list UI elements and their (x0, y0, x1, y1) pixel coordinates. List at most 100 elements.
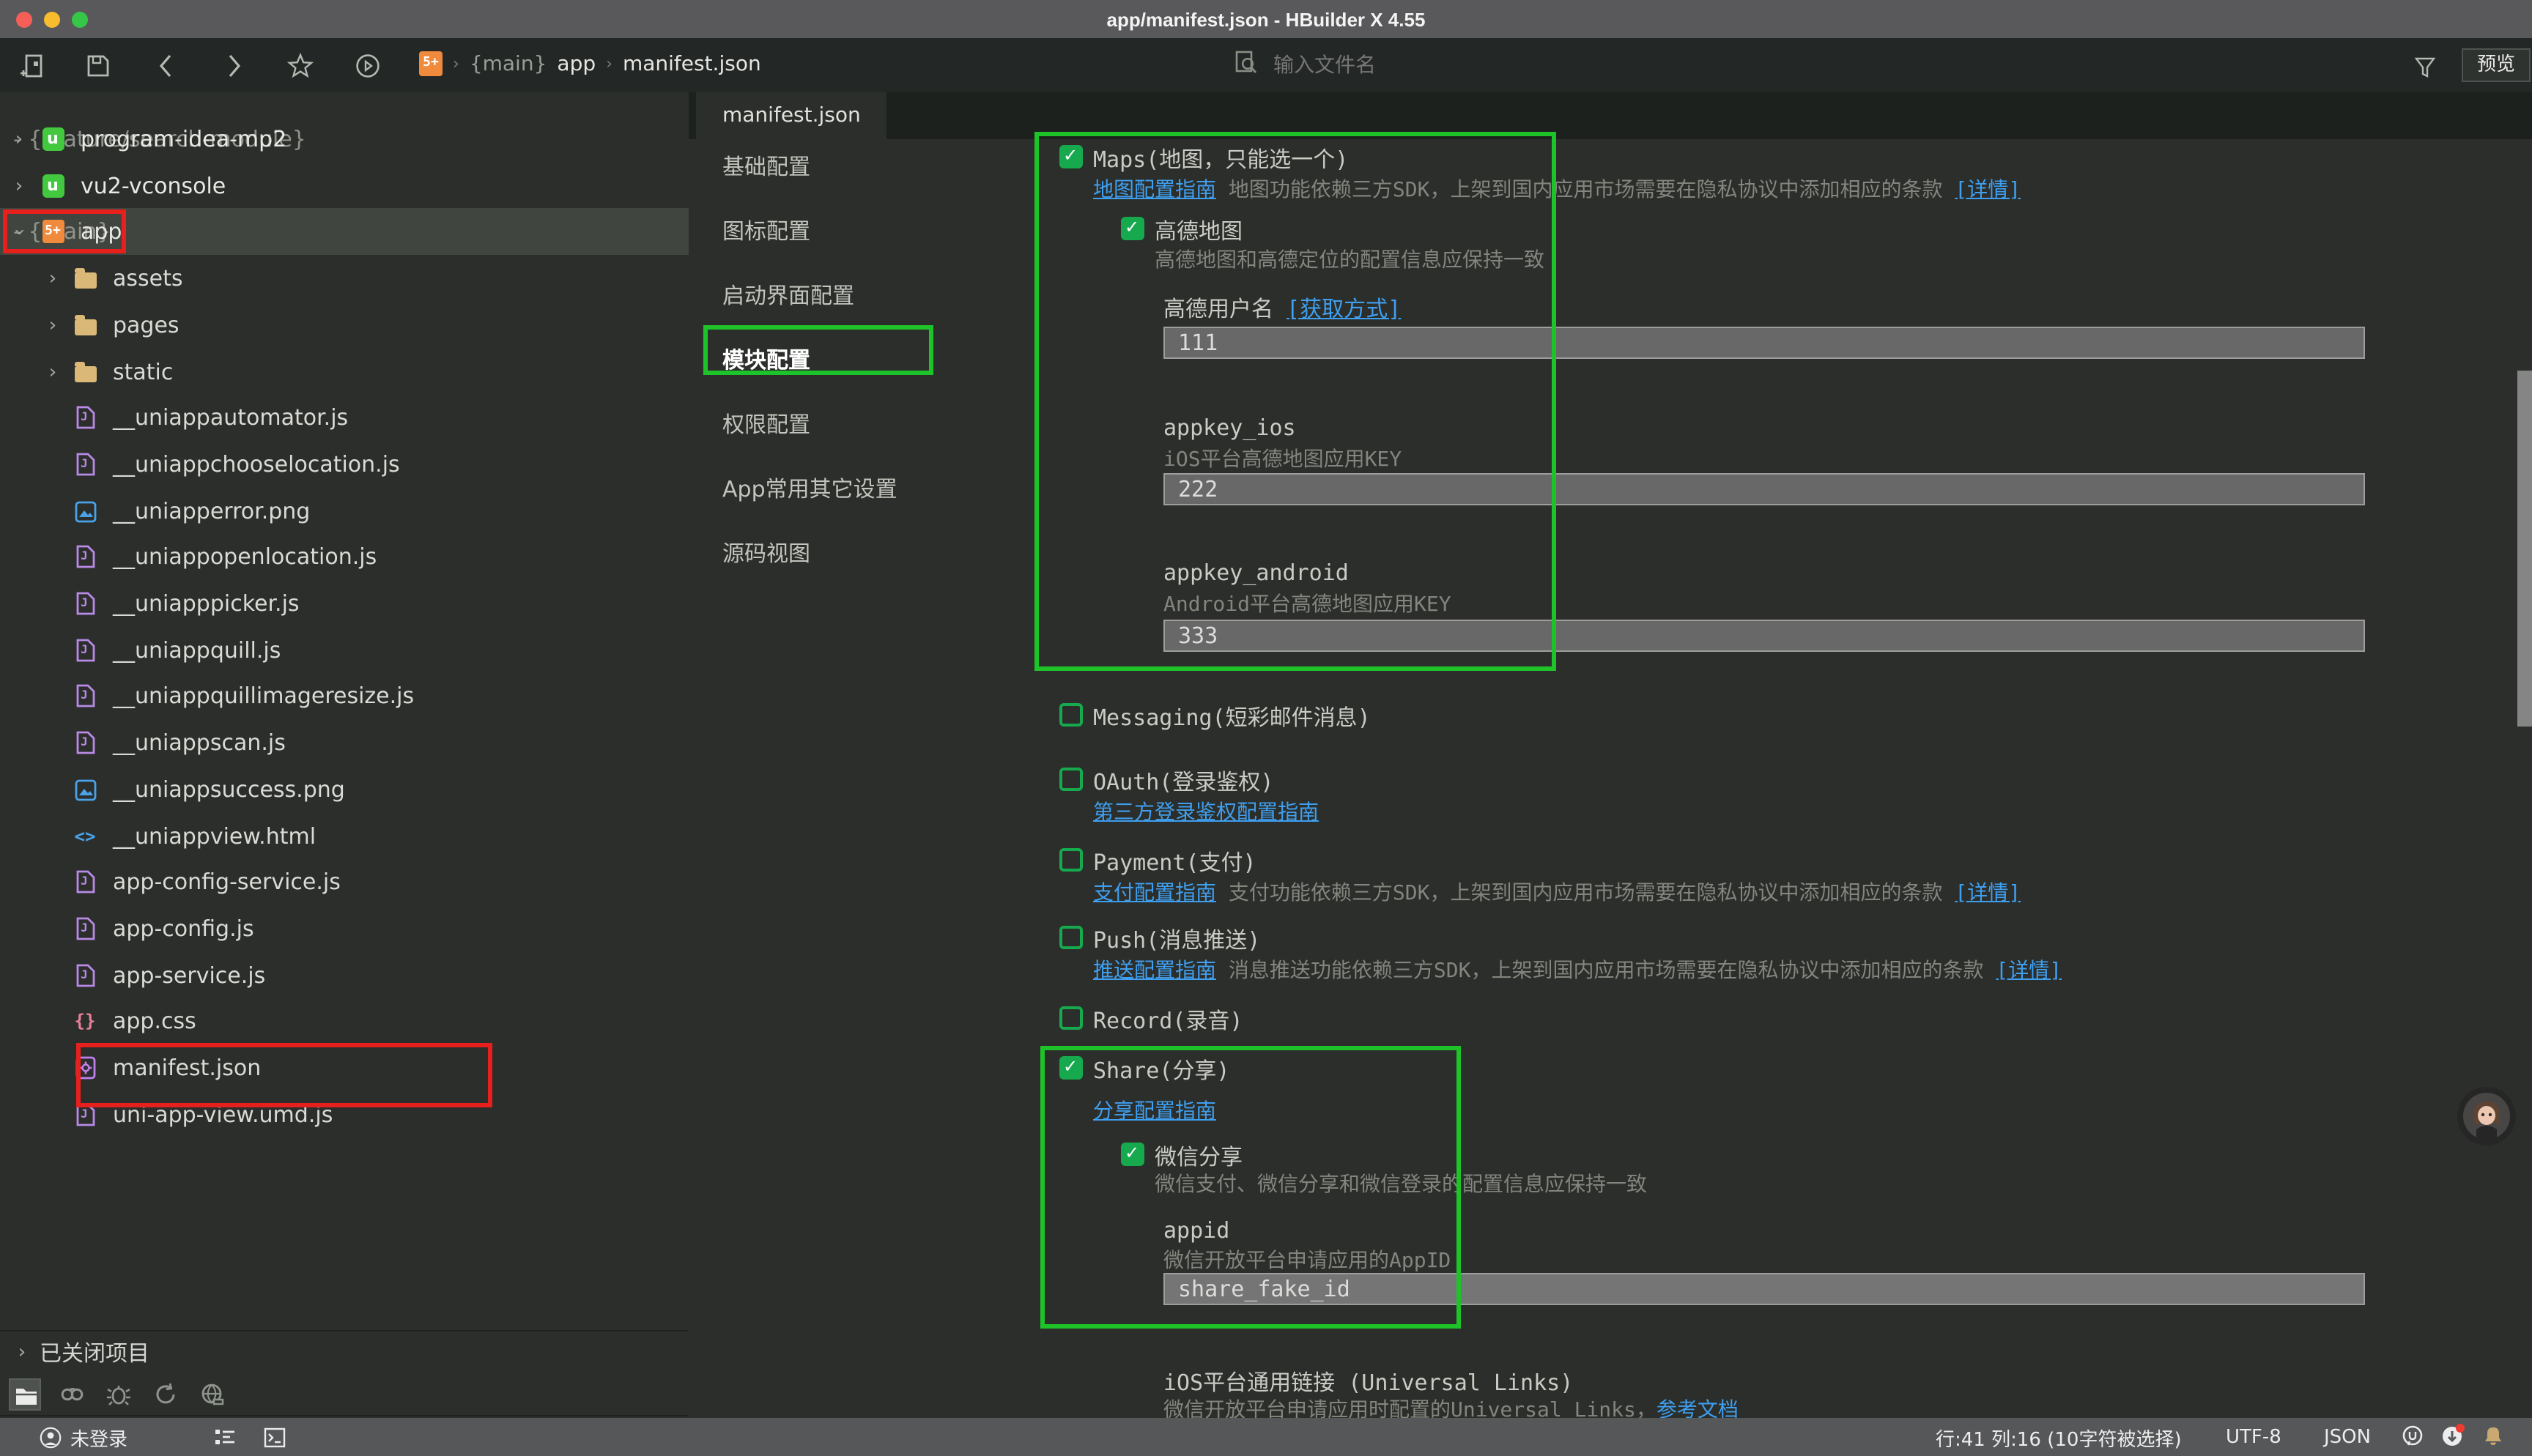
debug-panel-icon[interactable] (103, 1378, 135, 1411)
oauth-label: OAuth(登录鉴权) (1093, 766, 1273, 797)
chevron-collapsed-icon[interactable]: › (12, 175, 26, 197)
chevron-collapsed-icon[interactable]: › (45, 314, 60, 336)
notification-bell-icon[interactable] (2482, 1425, 2504, 1447)
navigate-back-icon[interactable] (154, 53, 180, 79)
sync-panel-icon[interactable] (149, 1378, 182, 1411)
appkey-ios-input[interactable] (1163, 473, 2365, 505)
outline-list-icon[interactable] (214, 1427, 236, 1449)
tree-item-__uniappquillimageresize.js[interactable]: J __uniappquillimageresize.js (0, 672, 689, 719)
payment-guide-link[interactable]: 支付配置指南 (1093, 882, 1216, 905)
preview-button[interactable]: 预览 (2462, 48, 2531, 82)
tree-item-__uniappsuccess.png[interactable]: __uniappsuccess.png (0, 766, 689, 813)
payment-checkbox[interactable] (1059, 848, 1083, 872)
cursor-position[interactable]: 行:41 列:16 (10字符被选择) (1936, 1418, 2182, 1456)
tab-manifest-json[interactable]: manifest.json (696, 92, 887, 139)
filter-funnel-icon[interactable] (2412, 54, 2438, 81)
record-checkbox[interactable] (1059, 1006, 1083, 1030)
config-nav-6[interactable]: 源码视图 (722, 538, 810, 568)
chevron-right-icon: › (12, 1342, 32, 1364)
manifest-json-file-icon (73, 1056, 97, 1080)
file-search-icon (1234, 50, 1259, 81)
save-icon[interactable] (85, 53, 111, 79)
maps-detail-link[interactable]: [详情] (1955, 179, 2021, 202)
breadcrumb-folder[interactable]: app (557, 52, 596, 75)
chevron-collapsed-icon[interactable]: › (45, 267, 60, 289)
tree-item-app-config-service.js[interactable]: J app-config-service.js (0, 858, 689, 905)
push-checkbox[interactable] (1059, 926, 1083, 949)
config-nav-5[interactable]: App常用其它设置 (722, 473, 897, 504)
push-detail-link[interactable]: [详情] (1996, 959, 2062, 983)
share-checkbox[interactable] (1059, 1056, 1083, 1080)
new-file-icon[interactable] (21, 53, 47, 79)
tree-item-app-service.js[interactable]: J app-service.js (0, 952, 689, 999)
chevron-expanded-icon[interactable]: › (8, 224, 30, 239)
chevron-collapsed-icon[interactable]: › (12, 128, 26, 150)
messaging-checkbox[interactable] (1059, 703, 1083, 727)
config-nav-4[interactable]: 权限配置 (722, 409, 810, 439)
config-nav-3[interactable]: 模块配置 (722, 344, 810, 375)
config-nav-0[interactable]: 基础配置 (722, 151, 810, 182)
closed-projects-row[interactable]: › 已关闭项目 (0, 1334, 689, 1371)
file-search-input[interactable] (1270, 52, 2097, 78)
assistant-avatar[interactable] (2457, 1087, 2516, 1145)
gaode-user-input[interactable] (1163, 327, 2365, 359)
config-nav-1[interactable]: 图标配置 (722, 215, 810, 246)
uniapp-project-icon: u (41, 127, 64, 151)
breadcrumb-file[interactable]: manifest.json (623, 52, 761, 75)
tree-item-__uniappscan.js[interactable]: J __uniappscan.js (0, 719, 689, 766)
login-status[interactable]: 未登录 (40, 1418, 127, 1456)
breadcrumb-branch[interactable]: {main} (470, 52, 547, 75)
tree-item-static[interactable]: › static (0, 349, 689, 395)
vertical-scrollbar-thumb[interactable] (2517, 371, 2532, 727)
tree-item-assets[interactable]: › assets (0, 255, 689, 302)
tree-item-vu2-vconsole[interactable]: ›u vu2-vconsole (0, 163, 689, 209)
config-nav-2[interactable]: 启动界面配置 (722, 280, 854, 311)
tree-item-app-config.js[interactable]: J app-config.js (0, 905, 689, 952)
remote-globe-panel-icon[interactable] (196, 1378, 229, 1411)
push-guide-link[interactable]: 推送配置指南 (1093, 959, 1216, 983)
gaode-user-howto-link[interactable]: [获取方式] (1287, 296, 1401, 322)
file-search-box[interactable] (1234, 50, 2097, 81)
js-file-icon: J (73, 453, 97, 476)
maps-checkbox[interactable] (1059, 145, 1083, 168)
navigate-forward-icon[interactable] (220, 53, 246, 79)
wechat-share-checkbox[interactable] (1121, 1143, 1144, 1166)
run-icon[interactable] (355, 53, 381, 79)
update-available-icon[interactable] (2441, 1425, 2463, 1447)
hbuilderx-window: app/manifest.json - HBuilder X 4.55 5+ ›… (0, 0, 2532, 1456)
search-panel-icon[interactable] (56, 1378, 88, 1411)
oauth-guide-link[interactable]: 第三方登录鉴权配置指南 (1093, 801, 1319, 825)
bookmark-star-icon[interactable] (287, 53, 314, 79)
maps-guide-link[interactable]: 地图配置指南 (1093, 179, 1216, 202)
payment-detail-link[interactable]: [详情] (1955, 882, 2021, 905)
folder-icon (73, 360, 97, 384)
appkey-android-input[interactable] (1163, 620, 2365, 652)
chevron-collapsed-icon[interactable]: › (45, 361, 60, 383)
tree-item-__uniapppicker.js[interactable]: J __uniapppicker.js (0, 580, 689, 627)
tree-item-__uniappopenlocation.js[interactable]: J __uniappopenlocation.js (0, 533, 689, 580)
oauth-checkbox[interactable] (1059, 768, 1083, 791)
uni-feedback-icon[interactable] (2402, 1425, 2424, 1447)
tree-item-pages[interactable]: › pages (0, 302, 689, 349)
tree-item-__uniapperror.png[interactable]: __uniapperror.png (0, 488, 689, 535)
tree-item-__uniappview.html[interactable]: <> __uniappview.html (0, 813, 689, 860)
share-guide-link[interactable]: 分享配置指南 (1093, 1100, 1216, 1123)
gaode-map-checkbox[interactable] (1121, 217, 1144, 240)
tree-item-program-idea-mp2[interactable]: ›u program-idea-mp2- {feature/search-mod… (0, 116, 689, 163)
breadcrumb-separator-icon: › (606, 54, 612, 73)
files-panel-icon[interactable] (9, 1378, 41, 1411)
tree-item-uni-app-view.umd.js[interactable]: J uni-app-view.umd.js (0, 1091, 689, 1138)
terminal-icon[interactable] (264, 1427, 286, 1449)
wechat-share-hint: 微信支付、微信分享和微信登录的配置信息应保持一致 (1155, 1169, 1647, 1198)
share-appid-input[interactable] (1163, 1273, 2365, 1305)
language-mode-indicator[interactable]: JSON (2324, 1418, 2371, 1456)
tree-item-app.css[interactable]: {} app.css (0, 998, 689, 1044)
tree-item-__uniappautomator.js[interactable]: J __uniappautomator.js (0, 394, 689, 441)
payment-label: Payment(支付) (1093, 847, 1256, 877)
tree-item-__uniappquill.js[interactable]: J __uniappquill.js (0, 627, 689, 674)
appkey-ios-field (1163, 473, 2365, 505)
encoding-indicator[interactable]: UTF-8 (2226, 1418, 2281, 1456)
tree-item-app[interactable]: ›5+ app- {main} (0, 208, 689, 255)
tree-item-manifest.json[interactable]: manifest.json (0, 1044, 689, 1091)
tree-item-__uniappchooselocation.js[interactable]: J __uniappchooselocation.js (0, 441, 689, 488)
